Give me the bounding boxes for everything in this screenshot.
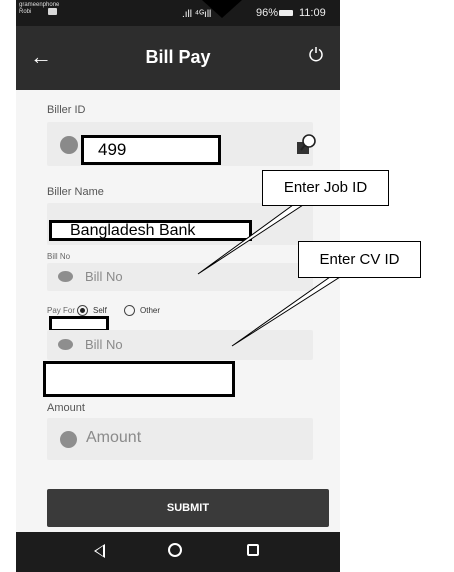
biller-id-label: Biller ID — [47, 104, 86, 116]
pointer-arrow — [202, 0, 242, 18]
redaction-box-large — [43, 361, 235, 397]
bill-no-field-2[interactable]: Bill No — [47, 330, 313, 360]
bill-no-icon-2 — [58, 339, 73, 350]
battery-icon — [279, 10, 293, 16]
radio-self-label: Self — [93, 306, 107, 315]
callout-enter-job-id: Enter Job ID — [262, 170, 389, 206]
amount-label: Amount — [47, 402, 85, 414]
biller-id-value[interactable]: 499 — [81, 135, 221, 165]
callout-enter-cv-id: Enter CV ID — [298, 241, 421, 278]
radio-self[interactable] — [77, 305, 88, 316]
bill-no-label: Bill No — [47, 252, 71, 261]
clock: 11:09 — [299, 7, 326, 19]
battery-percent: 96% — [256, 7, 279, 19]
pay-for-label: Pay For — [47, 306, 76, 315]
nav-back-icon[interactable] — [94, 544, 105, 558]
amount-field[interactable]: Amount — [47, 418, 313, 460]
radio-other[interactable] — [124, 305, 135, 316]
radio-other-label: Other — [140, 306, 161, 315]
nav-home-icon[interactable] — [168, 543, 182, 557]
status-bar: grameenphone Robi .ıll ⁴ᴳıll 96% 11:09 — [16, 0, 340, 26]
bill-no-field[interactable]: Bill No — [47, 263, 313, 291]
app-bar: ← Bill Pay — [16, 26, 340, 90]
system-nav-bar — [16, 532, 340, 572]
amount-icon — [60, 431, 77, 448]
bill-no-icon — [58, 271, 73, 282]
bill-no-placeholder: Bill No — [85, 269, 123, 284]
biller-name-label: Biller Name — [47, 186, 104, 198]
search-biller-icon[interactable] — [296, 133, 318, 155]
phone-screen: grameenphone Robi .ıll ⁴ᴳıll 96% 11:09 ←… — [16, 0, 340, 572]
nav-recents-icon[interactable] — [247, 544, 259, 556]
image-notification-icon — [48, 8, 57, 15]
lock-icon — [60, 136, 78, 154]
amount-placeholder: Amount — [86, 429, 142, 446]
page-title: Bill Pay — [145, 47, 211, 67]
biller-name-value[interactable]: Bangladesh Bank — [49, 220, 252, 241]
bill-no-placeholder-2: Bill No — [85, 337, 123, 352]
power-icon[interactable] — [308, 46, 324, 62]
submit-button[interactable]: SUBMIT — [47, 489, 329, 527]
